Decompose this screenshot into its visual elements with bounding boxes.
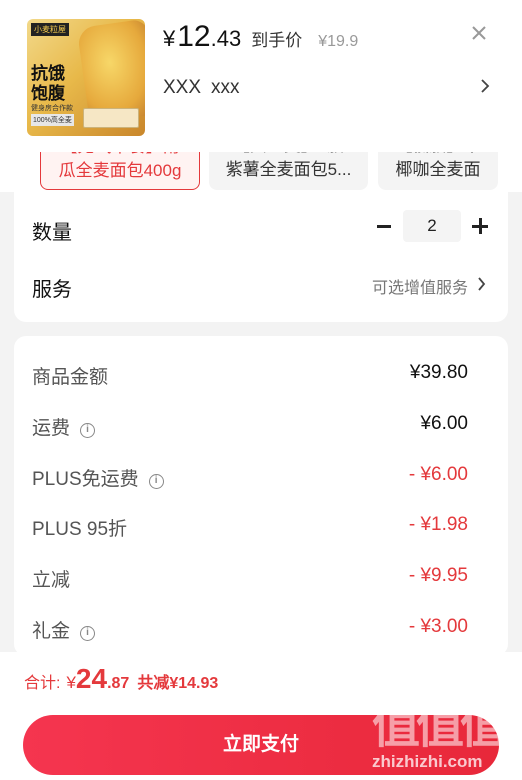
info-icon[interactable]: i <box>80 626 96 641</box>
thumbnail-brand: 小麦粒屋 <box>31 23 69 36</box>
price-display: ¥ 12 .43 到手价 ¥19.9 <box>163 20 358 54</box>
cost-row-plus-discount: PLUS 95折 - ¥1.98 <box>14 514 508 544</box>
plus-icon[interactable] <box>472 218 488 234</box>
cost-label: PLUS免运费 <box>32 469 139 490</box>
thumbnail-badge: 100%高全麦 <box>31 114 74 126</box>
original-price: ¥19.9 <box>318 33 359 50</box>
cost-value: ¥6.00 <box>420 413 468 434</box>
cost-value: - ¥3.00 <box>408 616 468 637</box>
cost-label: 商品金额 <box>32 367 109 388</box>
variant-option-line2: 瓜全麦面包400g <box>58 161 182 180</box>
cost-label-group: 礼金 i <box>32 616 96 643</box>
total-decimal: .87 <box>107 675 130 692</box>
close-icon[interactable] <box>471 25 487 41</box>
total-integer: 24 <box>75 663 108 694</box>
price-decimal: .43 <box>210 26 242 51</box>
quantity-stepper[interactable]: 2 <box>403 210 461 242</box>
variant-option-line2: 紫薯全麦面包5... <box>225 160 352 179</box>
cost-value: - ¥9.95 <box>408 565 468 586</box>
quantity-label: 数量 <box>32 222 72 244</box>
cost-label-group: 运费 i <box>32 413 96 440</box>
cost-row-shipping: 运费 i ¥6.00 <box>14 413 508 443</box>
cost-row-gift-money: 礼金 i - ¥3.00 <box>14 616 508 646</box>
cost-value: - ¥6.00 <box>408 464 468 485</box>
cost-label-group: PLUS免运费 i <box>32 464 164 491</box>
spec-secondary: xxx <box>211 77 240 98</box>
cost-breakdown: 商品金额 ¥39.80 运费 i ¥6.00 PLUS免运费 i - ¥6.00 P… <box>14 336 508 656</box>
package-label <box>83 108 139 128</box>
cost-row-plus-shipping: PLUS免运费 i - ¥6.00 <box>14 464 508 494</box>
cost-row-goods: 商品金额 ¥39.80 <box>14 362 508 392</box>
spec-primary: XXX <box>163 77 202 98</box>
chevron-right-icon[interactable] <box>480 79 490 93</box>
total-currency: ¥ <box>66 673 76 692</box>
thumbnail-subtitle: 健身房合作款 <box>31 105 73 112</box>
total-savings: 共减¥14.93 <box>137 675 219 692</box>
minus-icon[interactable] <box>377 225 391 228</box>
cost-row-instant-discount: 立减 - ¥9.95 <box>14 565 508 595</box>
cost-value: ¥39.80 <box>409 362 468 383</box>
order-total: 合计: ¥ 24 .87 共减¥14.93 <box>24 663 218 695</box>
final-price-label: 到手价 <box>251 31 303 50</box>
selected-spec[interactable]: XXX xxx <box>163 77 240 99</box>
info-icon[interactable]: i <box>80 423 96 438</box>
price-integer: 12 <box>177 20 211 53</box>
variant-option-line2: 椰咖全麦面 <box>395 160 481 179</box>
cost-label: 运费 <box>32 418 71 439</box>
total-label: 合计: <box>24 675 61 692</box>
cost-label: PLUS 95折 <box>32 519 128 540</box>
info-icon[interactable]: i <box>148 474 164 489</box>
cost-label: 礼金 <box>32 621 71 642</box>
cost-value: - ¥1.98 <box>408 514 468 535</box>
chevron-right-icon[interactable] <box>477 277 486 291</box>
thumbnail-headline-2: 饱腹 <box>31 84 65 104</box>
product-thumbnail: 小麦粒屋 抗饿 饱腹 健身房合作款 100%高全麦 <box>27 19 145 136</box>
quantity-service-card: 数量 2 服务 可选增值服务 <box>14 190 508 322</box>
pay-now-button[interactable]: 立即支付 <box>23 715 499 775</box>
price-currency: ¥ <box>163 26 176 51</box>
checkout-bar: 合计: ¥ 24 .87 共减¥14.93 立即支付 <box>0 652 522 780</box>
service-hint[interactable]: 可选增值服务 <box>372 274 468 298</box>
cost-label: 立减 <box>32 570 71 591</box>
service-label: 服务 <box>32 279 72 301</box>
product-header: 小麦粒屋 抗饿 饱腹 健身房合作款 100%高全麦 ¥ 12 .43 到手价 ¥… <box>0 0 522 152</box>
